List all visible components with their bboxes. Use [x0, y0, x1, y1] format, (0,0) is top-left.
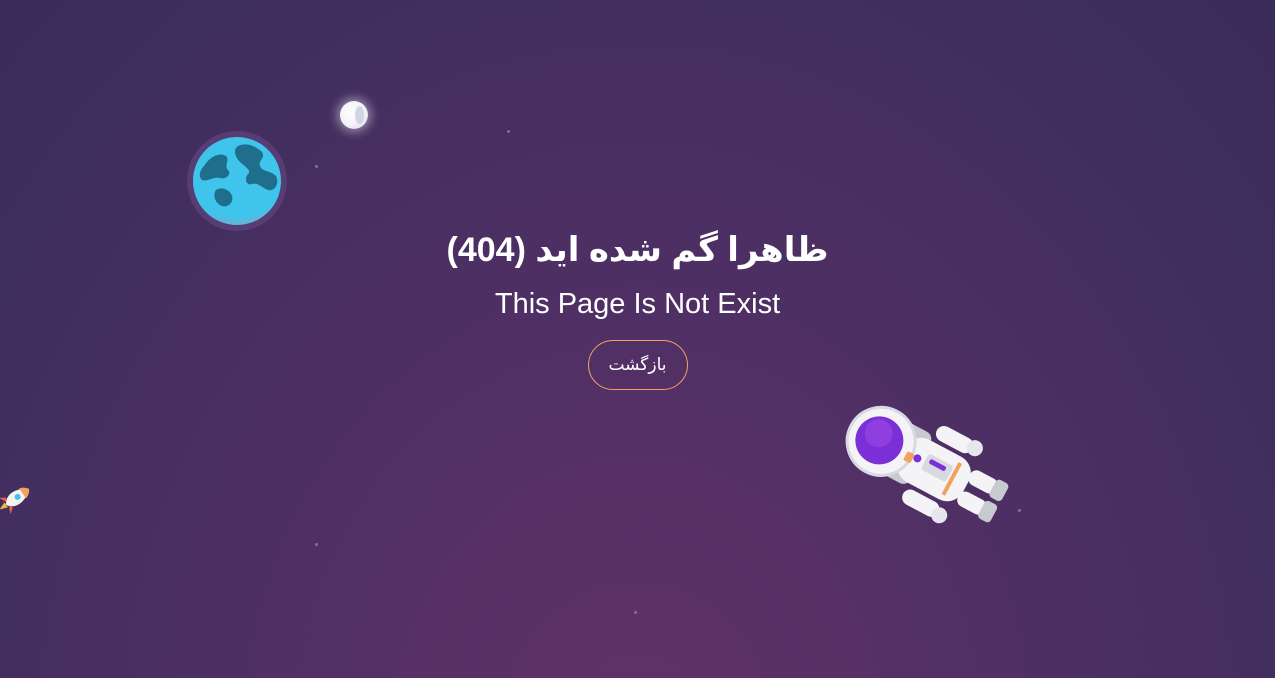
- page-title: ظاهرا گم شده اید (404): [446, 231, 829, 269]
- astronaut-icon: [845, 405, 1009, 524]
- rocket-icon: [0, 487, 30, 515]
- star: [315, 165, 318, 168]
- back-button[interactable]: بازگشت: [587, 340, 688, 390]
- star: [315, 543, 318, 546]
- star: [1018, 509, 1021, 512]
- star: [507, 130, 510, 133]
- page-subtitle: This Page Is Not Exist: [494, 288, 781, 320]
- moon-icon: [340, 101, 368, 129]
- star: [634, 611, 637, 614]
- earth-icon: [187, 131, 287, 231]
- error-content: ظاهرا گم شده اید (404) This Page Is Not …: [0, 224, 1275, 390]
